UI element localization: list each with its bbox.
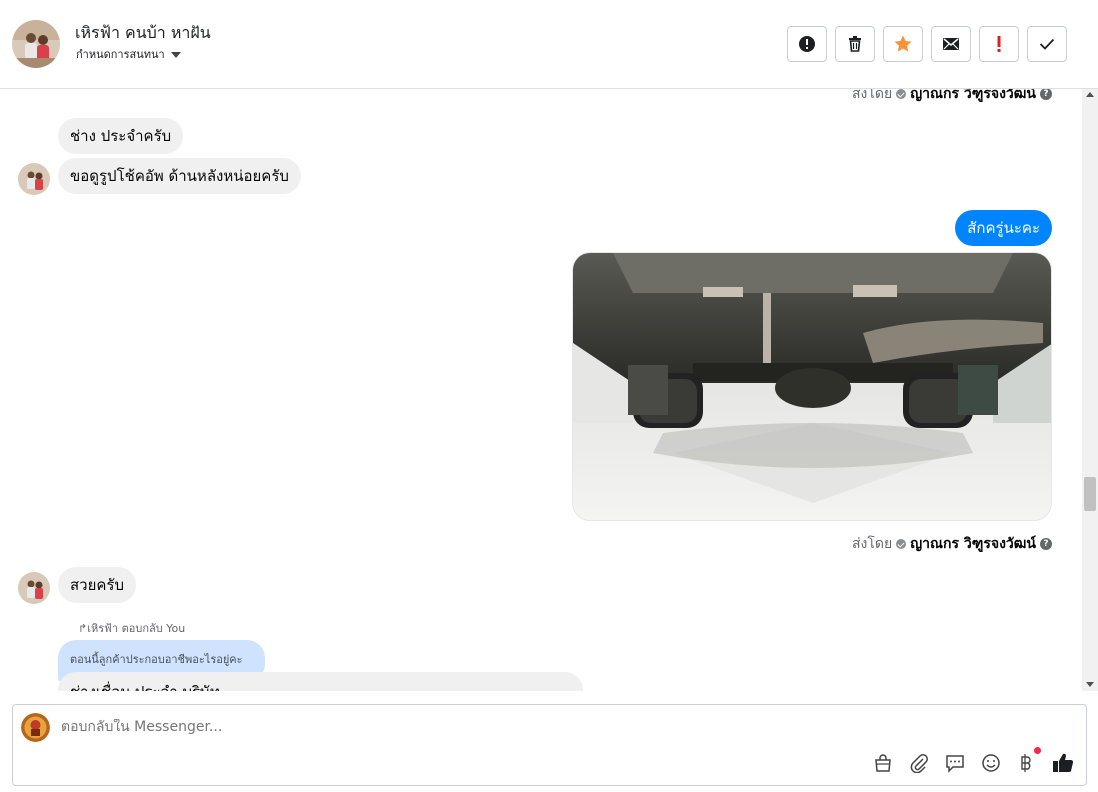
message-thread[interactable]: ส่งโดย ญาณกร วิฑูรจงวัฒน์ ? ช่าง ประจำคร… [0, 89, 1082, 691]
caret-down-icon [170, 51, 181, 58]
conversation-status-label: กำหนดการสนทนา [76, 48, 165, 61]
reply-composer [12, 704, 1087, 786]
star-button[interactable] [883, 26, 923, 62]
contact-avatar[interactable] [12, 20, 60, 68]
reply-indicator: ↱เหิรฟ้า ตอบกลับ You [78, 619, 185, 637]
trash-icon [849, 36, 861, 52]
check-icon [1039, 38, 1055, 50]
notification-dot [1034, 747, 1041, 754]
outgoing-message: สักครู่นะคะ [955, 210, 1052, 246]
sent-by-line: ส่งโดย ญาณกร วิฑูรจงวัฒน์ ? [852, 89, 1052, 105]
conversation-actions [787, 26, 1067, 62]
spam-button[interactable] [787, 26, 827, 62]
scroll-up-arrow-icon[interactable] [1086, 92, 1094, 97]
sent-by-name: ญาณกร วิฑูรจงวัฒน์ [910, 89, 1036, 102]
incoming-message: ช่าง ประจำครับ [58, 118, 184, 154]
contact-name: เหิรฟ้า คนบ้า หาฝัน [75, 23, 211, 42]
star-icon [894, 35, 912, 52]
saved-replies-icon[interactable] [944, 752, 966, 774]
shop-icon[interactable] [872, 752, 894, 774]
scroll-down-arrow-icon[interactable] [1086, 682, 1094, 687]
done-button[interactable] [1027, 26, 1067, 62]
incoming-message: สวยครับ [58, 567, 136, 603]
thread-scrollbar[interactable] [1082, 89, 1098, 691]
sent-by-line: ส่งโดย ญาณกร วิฑูรจงวัฒน์ ? [852, 533, 1052, 555]
alert-circle-icon [799, 36, 815, 52]
sent-by-label: ส่งโดย [852, 536, 893, 552]
envelope-icon [943, 38, 959, 50]
incoming-message: ช่างเชื่อม ประจำ บริษัท [58, 672, 583, 691]
help-icon[interactable]: ? [1040, 89, 1052, 100]
baht-icon[interactable] [1016, 747, 1041, 774]
verified-icon [896, 539, 907, 549]
page-avatar [21, 713, 50, 742]
composer-tools [872, 747, 1074, 774]
like-icon[interactable] [1052, 752, 1074, 774]
mark-unread-button[interactable] [931, 26, 971, 62]
shared-photo[interactable] [572, 252, 1052, 521]
emoji-icon[interactable] [980, 752, 1002, 774]
reply-arrow-icon: ↱ [78, 622, 88, 635]
help-icon[interactable]: ? [1040, 538, 1052, 550]
incoming-message: ขอดูรูปโช้คอัพ ด้านหลังหน่อยครับ [58, 158, 301, 194]
contact-avatar-small [18, 163, 50, 195]
reply-note-text: เหิรฟ้า ตอบกลับ You [87, 622, 186, 635]
verified-icon [896, 89, 907, 99]
important-button[interactable] [979, 26, 1019, 62]
sent-by-label: ส่งโดย [852, 89, 893, 102]
car-underside-image [573, 253, 1051, 520]
reply-input[interactable] [61, 719, 661, 735]
conversation-status-dropdown[interactable]: กำหนดการสนทนา [76, 45, 181, 63]
conversation-header: เหิรฟ้า คนบ้า หาฝัน กำหนดการสนทนา [0, 0, 1098, 89]
scrollbar-thumb[interactable] [1084, 477, 1096, 511]
attach-icon[interactable] [908, 752, 930, 774]
delete-button[interactable] [835, 26, 875, 62]
contact-avatar-small [18, 572, 50, 604]
sent-by-name: ญาณกร วิฑูรจงวัฒน์ [910, 536, 1036, 552]
exclamation-icon [997, 36, 1001, 52]
